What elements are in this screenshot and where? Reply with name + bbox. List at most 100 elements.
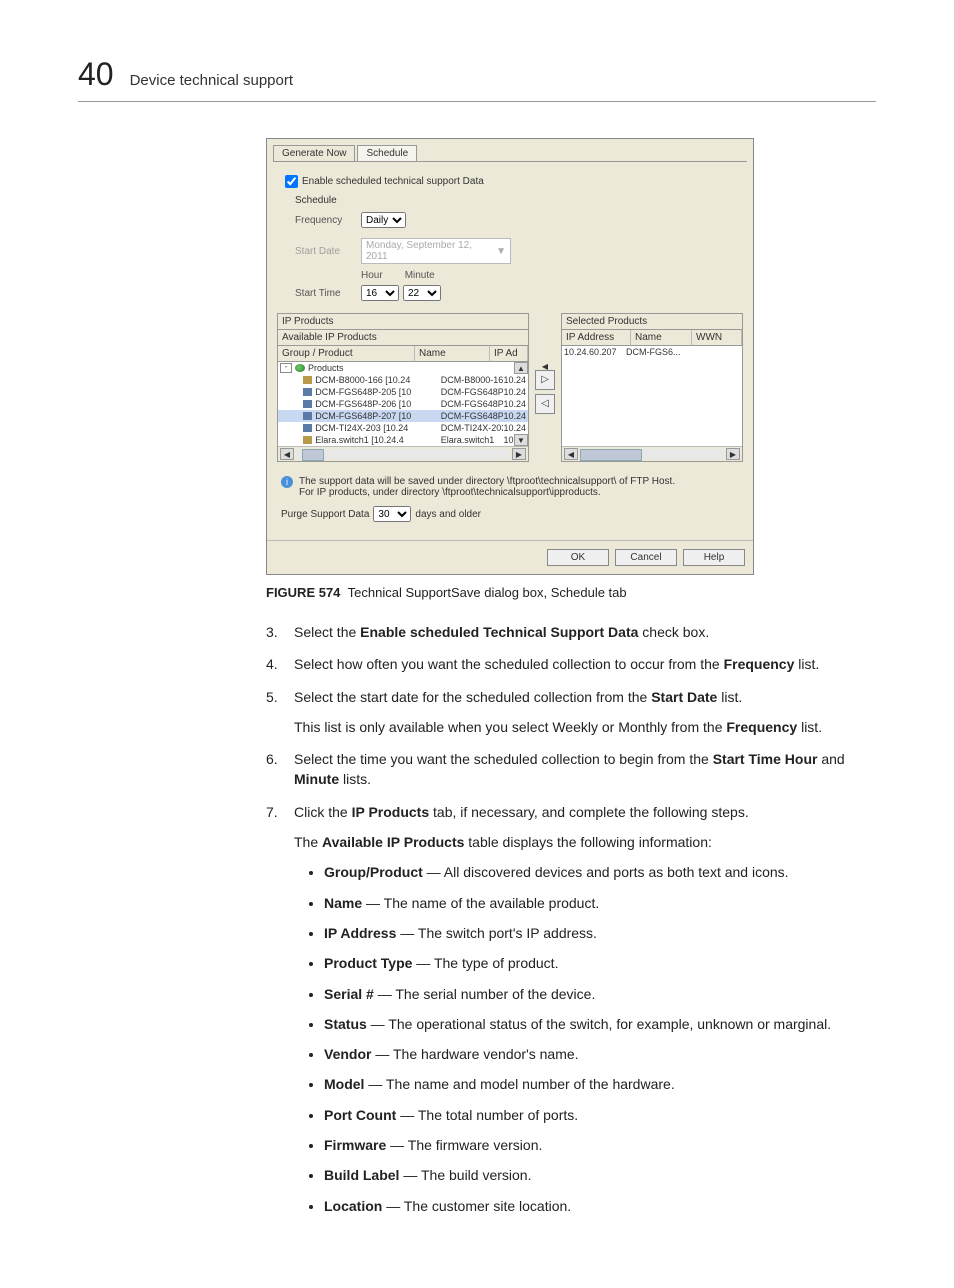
list-item: Name — The name of the available product… bbox=[324, 893, 876, 913]
move-right-button[interactable]: ▷ bbox=[535, 370, 555, 390]
list-item: Location — The customer site location. bbox=[324, 1196, 876, 1216]
ok-button[interactable]: OK bbox=[547, 549, 609, 566]
tree-root-label: Products bbox=[308, 363, 344, 373]
device-icon bbox=[303, 388, 312, 396]
scroll-right-icon[interactable]: ▶ bbox=[512, 448, 526, 460]
minute-label: Minute bbox=[405, 270, 435, 281]
list-item: Product Type — The type of product. bbox=[324, 953, 876, 973]
selected-row-ip: 10.24.60.207 bbox=[564, 347, 626, 357]
col-name[interactable]: Name bbox=[415, 346, 490, 361]
list-item: Serial # — The serial number of the devi… bbox=[324, 984, 876, 1004]
transfer-buttons: ◀ ▷ ◁ bbox=[535, 313, 555, 462]
info-text-line1: The support data will be saved under dir… bbox=[299, 476, 675, 487]
help-button[interactable]: Help bbox=[683, 549, 745, 566]
tree-row-group: DCM-FGS648P-205 [10 bbox=[315, 387, 440, 397]
tree-row-name: DCM-FGS648P-205 bbox=[441, 387, 504, 397]
purge-label: Purge Support Data bbox=[281, 509, 369, 520]
list-item: IP Address — The switch port's IP addres… bbox=[324, 923, 876, 943]
collapse-icon[interactable]: - bbox=[280, 363, 292, 373]
enable-scheduled-checkbox[interactable] bbox=[285, 175, 298, 188]
selected-products-list[interactable]: 10.24.60.207DCM-FGS6... bbox=[562, 346, 742, 446]
selected-products-panel: Selected Products IP Address Name WWN 10… bbox=[561, 313, 743, 462]
tree-row-group: DCM-FGS648P-206 [10 bbox=[315, 399, 440, 409]
frequency-select[interactable]: Daily bbox=[361, 212, 406, 228]
tree-row-ip: 10.24 bbox=[503, 423, 526, 433]
available-products-tree[interactable]: - Products ▲ ▼ DCM-B8000-166 [10.24DCM-B… bbox=[278, 362, 528, 446]
tab-schedule[interactable]: Schedule bbox=[357, 145, 417, 161]
info-note: i The support data will be saved under d… bbox=[281, 476, 739, 498]
tree-row[interactable]: Elara.switch1 [10.24.4Elara.switch110.24 bbox=[278, 434, 528, 446]
step-3: Select the Enable scheduled Technical Su… bbox=[266, 622, 876, 642]
figure-screenshot: Generate Now Schedule Enable scheduled t… bbox=[266, 138, 876, 575]
selected-row-name: DCM-FGS6... bbox=[626, 347, 681, 357]
scroll-left-icon[interactable]: ◀ bbox=[280, 448, 294, 460]
schedule-subtitle: Schedule bbox=[295, 195, 743, 206]
available-ip-products-label: Available IP Products bbox=[278, 330, 528, 346]
list-item: Model — The name and model number of the… bbox=[324, 1074, 876, 1094]
start-date-label: Start Date bbox=[295, 246, 361, 257]
tab-generate-now[interactable]: Generate Now bbox=[273, 145, 355, 161]
figure-caption: FIGURE 574 Technical SupportSave dialog … bbox=[266, 585, 876, 600]
tree-row-name: DCM-FGS648P-207 bbox=[441, 411, 504, 421]
cancel-button[interactable]: Cancel bbox=[615, 549, 677, 566]
hour-label: Hour bbox=[361, 270, 383, 281]
list-item: Group/Product — All discovered devices a… bbox=[324, 862, 876, 882]
list-item: Build Label — The build version. bbox=[324, 1165, 876, 1185]
list-item: Firmware — The firmware version. bbox=[324, 1135, 876, 1155]
enable-scheduled-label: Enable scheduled technical support Data bbox=[302, 176, 484, 187]
tree-row-name: DCM-B8000-166 bbox=[441, 375, 504, 385]
tree-row[interactable]: DCM-B8000-166 [10.24DCM-B8000-16610.24 bbox=[278, 374, 528, 386]
available-column-headers: Group / Product Name IP Ad bbox=[278, 346, 528, 362]
start-time-label: Start Time bbox=[295, 288, 361, 299]
tree-row-ip: 10.24 bbox=[503, 387, 526, 397]
step-6: Select the time you want the scheduled c… bbox=[266, 749, 876, 790]
device-icon bbox=[303, 436, 312, 444]
hour-select[interactable]: 16 bbox=[361, 285, 399, 301]
scroll-up-icon[interactable]: ▲ bbox=[514, 362, 528, 374]
purge-suffix: days and older bbox=[415, 509, 481, 520]
start-date-field[interactable]: Monday, September 12, 2011 ▼ bbox=[361, 238, 511, 264]
device-icon bbox=[303, 400, 312, 408]
scroll-down-icon[interactable]: ▼ bbox=[514, 434, 528, 446]
step-5: Select the start date for the scheduled … bbox=[266, 687, 876, 738]
tree-row-ip: 10.24 bbox=[503, 375, 526, 385]
col-ip-address[interactable]: IP Ad bbox=[490, 346, 528, 361]
tree-row-group: DCM-FGS648P-207 [10 bbox=[315, 411, 440, 421]
col-group-product[interactable]: Group / Product bbox=[278, 346, 415, 361]
tree-row[interactable]: DCM-FGS648P-206 [10DCM-FGS648P-20610.24 bbox=[278, 398, 528, 410]
list-item: Port Count — The total number of ports. bbox=[324, 1105, 876, 1125]
ip-products-inner-tab[interactable]: IP Products bbox=[278, 314, 528, 330]
tree-row-ip: 10.24 bbox=[503, 411, 526, 421]
selected-column-headers: IP Address Name WWN bbox=[562, 330, 742, 346]
tree-row[interactable]: DCM-FGS648P-207 [10DCM-FGS648P-20710.24 bbox=[278, 410, 528, 422]
list-item: Vendor — The hardware vendor's name. bbox=[324, 1044, 876, 1064]
tree-row-group: Elara.switch1 [10.24.4 bbox=[315, 435, 440, 445]
horizontal-scrollbar[interactable]: ◀ ▶ bbox=[562, 446, 742, 461]
page-number: 40 bbox=[78, 56, 114, 93]
chevron-down-icon: ▼ bbox=[496, 246, 506, 257]
step-7: Click the IP Products tab, if necessary,… bbox=[266, 802, 876, 1216]
purge-days-select[interactable]: 30 bbox=[373, 506, 411, 522]
list-item: Status — The operational status of the s… bbox=[324, 1014, 876, 1034]
scroll-right-icon[interactable]: ▶ bbox=[726, 448, 740, 460]
field-definitions-list: Group/Product — All discovered devices a… bbox=[324, 862, 876, 1216]
horizontal-scrollbar[interactable]: ◀ ▶ bbox=[278, 446, 528, 461]
selected-row[interactable]: 10.24.60.207DCM-FGS6... bbox=[562, 346, 742, 358]
selected-products-label: Selected Products bbox=[562, 314, 742, 330]
available-products-panel: IP Products Available IP Products Group … bbox=[277, 313, 529, 462]
sel-col-wwn[interactable]: WWN bbox=[692, 330, 742, 345]
move-left-button[interactable]: ◁ bbox=[535, 394, 555, 414]
step-4: Select how often you want the scheduled … bbox=[266, 654, 876, 674]
sel-col-name[interactable]: Name bbox=[631, 330, 692, 345]
start-date-value: Monday, September 12, 2011 bbox=[366, 240, 496, 262]
tree-row[interactable]: DCM-TI24X-203 [10.24DCM-TI24X-20310.24 bbox=[278, 422, 528, 434]
scroll-left-icon[interactable]: ◀ bbox=[564, 448, 578, 460]
device-icon bbox=[303, 376, 312, 384]
tree-row-group: DCM-TI24X-203 [10.24 bbox=[315, 423, 440, 433]
section-title: Device technical support bbox=[130, 72, 293, 89]
info-text-line2: For IP products, under directory \ftproo… bbox=[299, 487, 675, 498]
minute-select[interactable]: 22 bbox=[403, 285, 441, 301]
tree-row[interactable]: DCM-FGS648P-205 [10DCM-FGS648P-20510.24 bbox=[278, 386, 528, 398]
sel-col-ip[interactable]: IP Address bbox=[562, 330, 631, 345]
tree-row-name: Elara.switch1 bbox=[441, 435, 504, 445]
